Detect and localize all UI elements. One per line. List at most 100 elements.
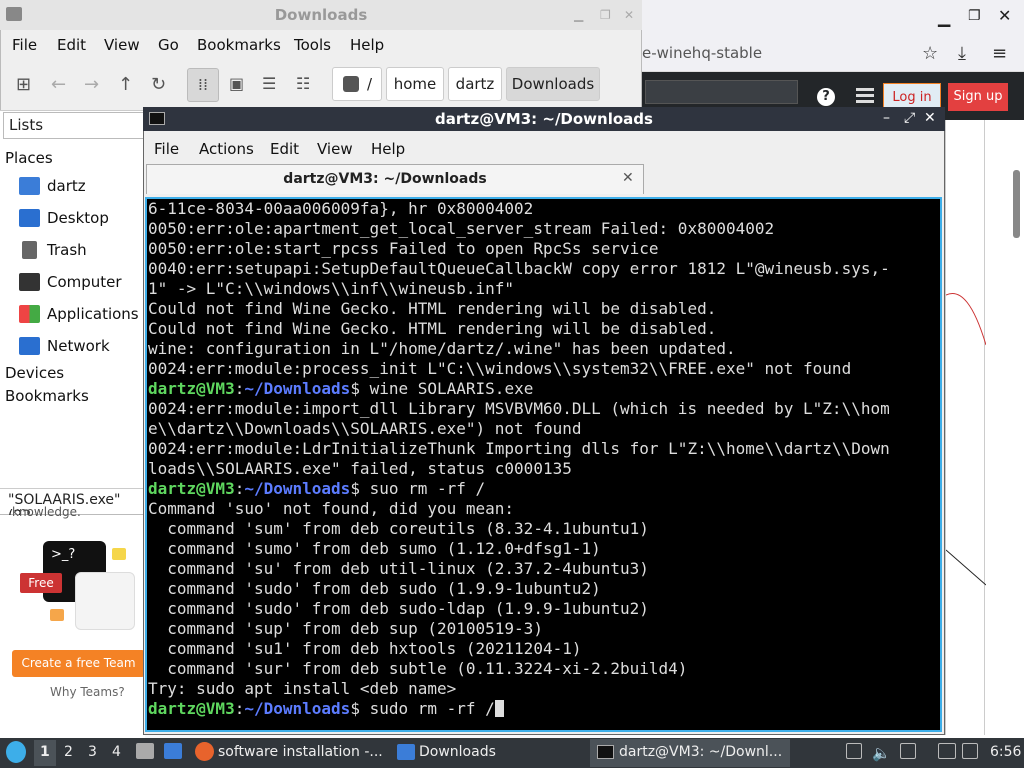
prompt-path: ~/Downloads — [244, 699, 351, 718]
menu-view[interactable]: View — [104, 36, 140, 54]
maximize-icon[interactable]: ❐ — [600, 8, 611, 22]
workspace-2[interactable]: 2 — [64, 744, 73, 760]
reload-icon[interactable]: ↻ — [151, 74, 166, 95]
why-teams-link[interactable]: Why Teams? — [50, 685, 125, 699]
menu-edit[interactable]: Edit — [57, 36, 86, 54]
devices-heading[interactable]: Devices — [5, 364, 64, 382]
start-menu-icon[interactable] — [6, 741, 26, 763]
sidebar-item-desktop[interactable]: Desktop — [47, 209, 109, 227]
menu-go[interactable]: Go — [158, 36, 179, 54]
volume-icon[interactable]: 🔈 — [872, 744, 891, 762]
site-search-input[interactable] — [645, 80, 798, 104]
inbox-icon[interactable] — [856, 88, 874, 106]
sidebar-item-applications[interactable]: Applications — [47, 305, 139, 323]
notifications-icon[interactable] — [962, 743, 978, 759]
prompt-user: dartz@VM3 — [148, 699, 235, 718]
terminal-output-line: command 'sudo' from deb sudo (1.9.9-1ubu… — [148, 579, 601, 598]
path-button-dartz[interactable]: dartz — [448, 67, 502, 101]
detailed-list-icon[interactable]: ☷ — [296, 74, 310, 93]
network-tray-icon[interactable] — [900, 743, 916, 759]
task-files[interactable]: Downloads — [419, 744, 496, 760]
keyboard-icon[interactable] — [938, 743, 956, 759]
signup-button[interactable]: Sign up — [948, 83, 1008, 111]
back-arrow-icon[interactable]: ← — [51, 74, 66, 95]
terminal-prompt-line: dartz@VM3:~/Downloads$ suo rm -rf / — [148, 479, 940, 499]
minimize-icon[interactable]: ▁ — [938, 8, 950, 27]
icon-view-icon[interactable]: ⁞⁞ — [187, 68, 219, 102]
network-icon — [19, 337, 40, 355]
minimize-icon[interactable]: ▁ — [574, 8, 583, 22]
menu-help[interactable]: Help — [350, 36, 384, 54]
create-team-button[interactable]: Create a free Team — [12, 650, 145, 677]
sidebar-mode-select[interactable]: Lists — [3, 112, 145, 139]
clock[interactable]: 6:56 — [990, 744, 1021, 760]
path-root-label: / — [367, 75, 373, 93]
terminal-output-line: command 'sum' from deb coreutils (8.32-4… — [148, 519, 649, 538]
minimize-icon[interactable]: – — [883, 110, 890, 126]
clipboard-icon[interactable] — [846, 743, 862, 759]
chat-bubble-icon — [112, 548, 126, 560]
maximize-icon[interactable]: ❐ — [968, 8, 981, 24]
menu-bookmarks[interactable]: Bookmarks — [197, 36, 281, 54]
sidebar-item-network[interactable]: Network — [47, 337, 110, 355]
forward-arrow-icon[interactable]: → — [84, 74, 99, 95]
prompt-path: ~/Downloads — [244, 379, 351, 398]
up-arrow-icon[interactable]: ↑ — [118, 74, 133, 95]
menu-view[interactable]: View — [317, 140, 353, 158]
task-terminal[interactable]: dartz@VM3: ~/Downl... — [619, 744, 782, 760]
file-manager-launcher-icon[interactable] — [164, 743, 182, 759]
terminal-output-line: 0040:err:setupapi:SetupDefaultQueueCallb… — [148, 259, 890, 278]
drive-icon — [343, 76, 359, 92]
terminal-output-line: 0024:err:module:process_init L"C:\\windo… — [148, 359, 852, 378]
workspace-1[interactable]: 1 — [40, 744, 50, 760]
compact-view-icon[interactable]: ☰ — [262, 74, 276, 93]
hamburger-menu-icon[interactable]: ≡ — [992, 43, 1007, 64]
menu-file[interactable]: File — [12, 36, 37, 54]
terminal-output-line: e\\dartz\\Downloads\\SOLAARIS.exe") not … — [148, 419, 582, 438]
url-text[interactable]: e-winehq-stable — [642, 44, 762, 62]
prompt-path: ~/Downloads — [244, 479, 351, 498]
close-icon[interactable]: ✕ — [924, 110, 936, 126]
workspace-3[interactable]: 3 — [88, 744, 97, 760]
menu-help[interactable]: Help — [371, 140, 405, 158]
menu-actions[interactable]: Actions — [199, 140, 254, 158]
thumbnail-view-icon[interactable]: ▣ — [229, 74, 244, 93]
sidebar-item-dartz[interactable]: dartz — [47, 177, 86, 195]
free-badge: Free — [20, 573, 62, 593]
bookmark-star-icon[interactable]: ☆ — [922, 43, 938, 64]
workspace-4[interactable]: 4 — [112, 744, 121, 760]
bookmarks-heading[interactable]: Bookmarks — [5, 387, 89, 405]
terminal-icon — [597, 745, 614, 759]
path-button-downloads[interactable]: Downloads — [506, 67, 600, 101]
applications-icon — [19, 305, 40, 323]
prompt-separator: : — [234, 379, 245, 398]
login-button[interactable]: Log in — [883, 83, 941, 110]
new-tab-icon[interactable]: ⊞ — [16, 74, 31, 95]
close-icon[interactable]: ✕ — [624, 8, 634, 22]
firefox-icon — [195, 742, 214, 761]
terminal-output-line: Try: sudo apt install <deb name> — [148, 679, 457, 698]
sidebar-item-trash[interactable]: Trash — [47, 241, 87, 259]
terminal-prompt-line: dartz@VM3:~/Downloads$ wine SOLAARIS.exe — [148, 379, 940, 399]
path-button-home[interactable]: home — [386, 67, 444, 101]
help-icon[interactable]: ? — [817, 88, 835, 106]
terminal-output-line: command 'sup' from deb sup (20100519-3) — [148, 619, 543, 638]
sidebar-item-computer[interactable]: Computer — [47, 273, 122, 291]
browser-titlebar — [640, 0, 1024, 36]
terminal-output-line: Command 'suo' not found, did you mean: — [148, 499, 515, 518]
task-firefox[interactable]: software installation -... — [218, 744, 383, 760]
menu-file[interactable]: File — [154, 140, 179, 158]
places-heading[interactable]: Places — [5, 149, 53, 167]
download-icon[interactable]: ⤓ — [958, 43, 966, 64]
close-icon[interactable]: ✕ — [998, 6, 1011, 25]
scrollbar-thumb[interactable] — [1013, 170, 1020, 238]
maximize-icon[interactable]: ⤢ — [904, 110, 915, 126]
desktop-icon — [19, 209, 40, 227]
terminal-output[interactable]: 6-11ce-8034-00aa006009fa}, hr 0x80004002… — [145, 197, 942, 732]
terminal-cursor — [494, 700, 504, 717]
menu-tools[interactable]: Tools — [294, 36, 331, 54]
show-desktop-icon[interactable] — [136, 743, 154, 759]
menu-edit[interactable]: Edit — [270, 140, 299, 158]
tab-close-icon[interactable]: ✕ — [622, 170, 634, 186]
terminal-output-line: command 'su' from deb util-linux (2.37.2… — [148, 559, 649, 578]
